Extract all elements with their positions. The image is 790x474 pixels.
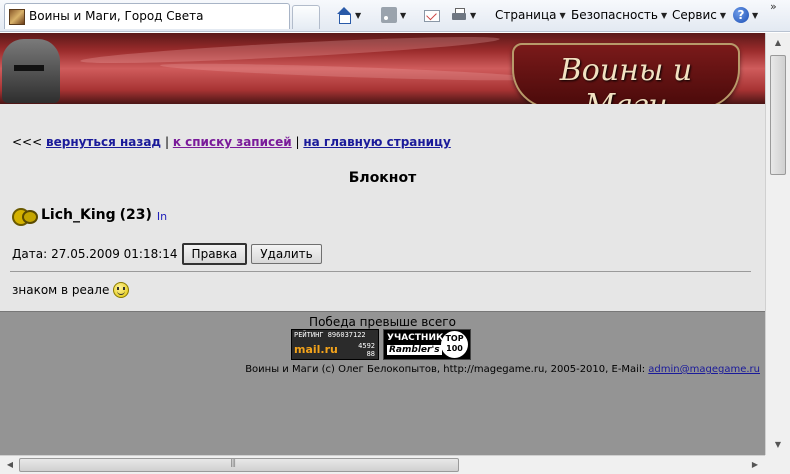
chevron-down-icon[interactable]: ▼ <box>470 11 476 20</box>
page-menu[interactable]: Страница ▼ <box>495 6 566 24</box>
top100-line2: 100 <box>446 344 463 353</box>
user-info-link[interactable]: In <box>157 210 167 223</box>
feeds-button[interactable]: ▼ <box>381 6 406 24</box>
user-level: (23) <box>119 207 152 223</box>
browser-tab[interactable]: Воины и Маги, Город Света <box>4 3 290 29</box>
footer-motto: Победа превыше всего <box>309 315 456 329</box>
chevron-down-icon[interactable]: ▼ <box>752 11 758 20</box>
site-banner: Воины и Маги <box>0 33 765 104</box>
safety-menu-label: Безопасность <box>571 8 658 22</box>
knight-helmet-image <box>2 39 60 103</box>
vertical-scroll-thumb[interactable] <box>770 55 786 175</box>
clan-badge-icon[interactable] <box>12 207 38 226</box>
notebook-content: <<< вернуться назад | к списку записей |… <box>0 104 765 311</box>
home-icon <box>336 7 352 24</box>
horizontal-scroll-thumb[interactable] <box>19 458 459 472</box>
rambler-line2: Rambler's <box>387 345 442 355</box>
chevron-down-icon: ▼ <box>719 10 727 20</box>
date-label: Дата: <box>12 247 48 261</box>
mail-counter-brand: mail.ru <box>294 343 338 356</box>
back-link[interactable]: вернуться назад <box>46 135 161 149</box>
help-button[interactable]: ? ▼ <box>733 6 758 24</box>
date-value: 27.05.2009 01:18:14 <box>51 247 178 261</box>
browser-toolbar: Воины и Маги, Город Света ▼ ▼ ▼ Страница… <box>0 0 790 32</box>
copyright-line: Воины и Маги (c) Олег Белокопытов, http:… <box>245 364 760 375</box>
chevron-down-icon: ▼ <box>660 10 668 20</box>
top100-badge: TOP 100 <box>441 331 468 358</box>
nav-separator: | <box>295 135 300 149</box>
page-title: Блокнот <box>348 170 417 186</box>
scrollbar-corner <box>765 455 790 474</box>
note-text: знаком в реале <box>12 283 110 297</box>
breadcrumb: <<< вернуться назад | к списку записей |… <box>12 135 451 149</box>
scroll-left-arrow-icon[interactable]: ◀ <box>2 457 18 473</box>
read-mail-button[interactable] <box>424 6 440 24</box>
nav-separator: | <box>164 135 169 149</box>
chevron-down-icon: ▼ <box>559 10 566 20</box>
page-menu-label: Страница <box>495 8 557 22</box>
delete-button[interactable]: Удалить <box>251 244 322 264</box>
smiley-icon <box>113 282 130 298</box>
site-logo-text: Воины и Маги <box>559 53 693 104</box>
home-page-link[interactable]: на главную страницу <box>303 135 450 149</box>
user-name: Lich_King <box>41 207 116 223</box>
scroll-down-arrow-icon[interactable]: ▼ <box>770 437 786 453</box>
entry-date-row: Дата: 27.05.2009 01:18:14 Правка Удалить <box>12 243 322 265</box>
site-favicon-icon <box>9 9 25 25</box>
admin-email-link[interactable]: admin@magegame.ru <box>648 364 760 375</box>
rambler-line1: УЧАСТНИК <box>387 333 444 343</box>
nav-prefix: <<< <box>12 135 43 149</box>
tools-menu[interactable]: Сервис ▼ <box>672 6 726 24</box>
horizontal-scrollbar[interactable]: ◀ ▶ <box>0 455 765 474</box>
note-entry: знаком в реале <box>12 282 130 298</box>
mail-icon <box>424 10 440 22</box>
page-viewport: Воины и Маги <<< вернуться назад | к спи… <box>0 33 765 455</box>
toolbar-overflow-chevron[interactable]: » <box>770 0 777 13</box>
chevron-down-icon[interactable]: ▼ <box>355 11 361 20</box>
print-icon <box>451 7 467 23</box>
records-list-link[interactable]: к списку записей <box>173 135 292 149</box>
tools-menu-label: Сервис <box>672 8 717 22</box>
home-button[interactable]: ▼ <box>336 6 361 24</box>
copyright-text: Воины и Маги (c) Олег Белокопытов, http:… <box>245 364 646 375</box>
scroll-up-arrow-icon[interactable]: ▲ <box>770 35 786 51</box>
rss-icon <box>381 7 397 23</box>
rambler-top100-counter[interactable]: УЧАСТНИК Rambler's TOP 100 <box>383 329 471 360</box>
help-icon: ? <box>733 7 749 23</box>
scroll-right-arrow-icon[interactable]: ▶ <box>747 457 763 473</box>
site-logo[interactable]: Воины и Маги <box>512 43 740 104</box>
vertical-scrollbar[interactable]: ▲ ▼ <box>765 33 790 455</box>
print-button[interactable]: ▼ <box>451 6 476 24</box>
safety-menu[interactable]: Безопасность ▼ <box>571 6 667 24</box>
new-tab-button[interactable] <box>292 5 320 29</box>
user-info: Lich_King (23) In <box>12 207 167 226</box>
chevron-down-icon[interactable]: ▼ <box>400 11 406 20</box>
edit-button[interactable]: Правка <box>181 243 248 265</box>
mail-ru-counter[interactable]: РЕЙТИНГ 896037122 mail.ru 4592 88 <box>291 329 379 360</box>
mail-counter-rating: РЕЙТИНГ 896037122 <box>294 331 366 339</box>
top100-line1: TOP <box>445 334 464 343</box>
page-footer: Победа превыше всего РЕЙТИНГ 896037122 m… <box>0 311 765 455</box>
mail-counter-hits: 4592 <box>358 342 375 350</box>
divider <box>10 271 751 272</box>
mail-counter-hosts: 88 <box>366 350 375 358</box>
tab-title: Воины и Маги, Город Света <box>29 9 204 23</box>
